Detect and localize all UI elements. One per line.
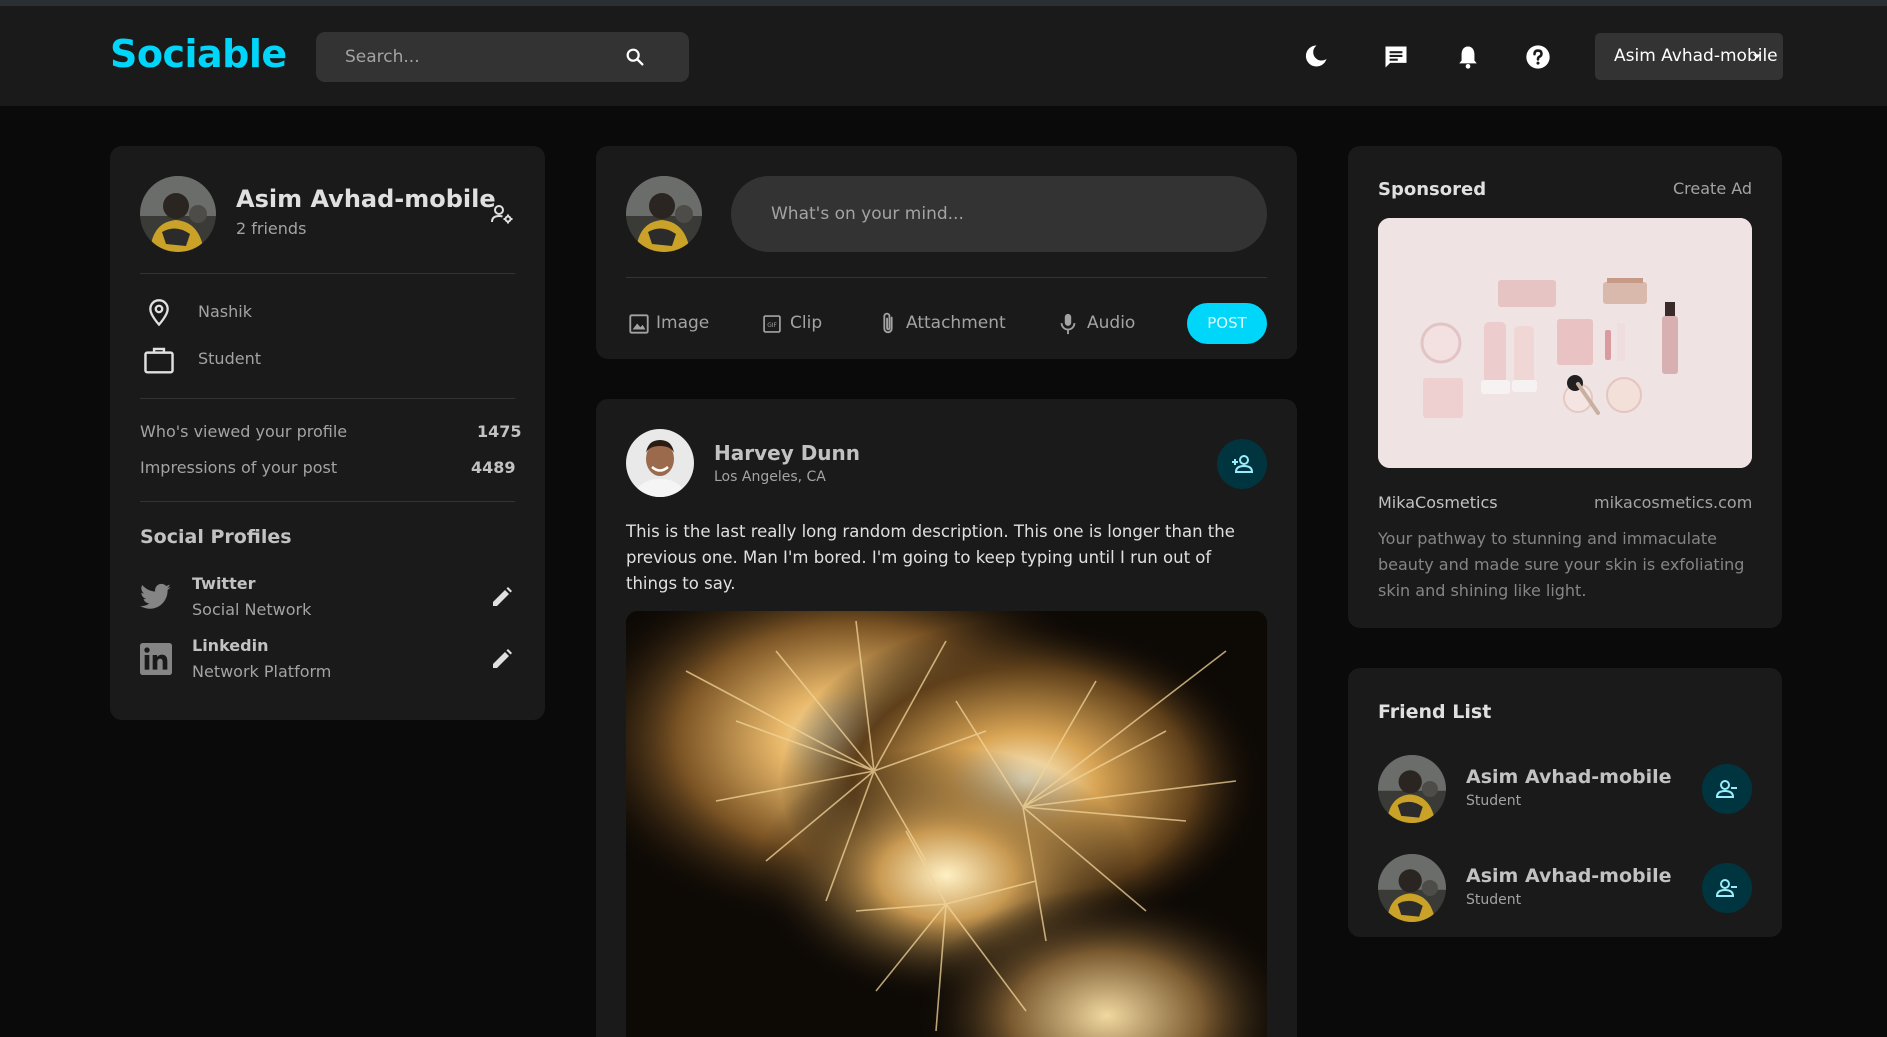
friend-avatar[interactable] — [1378, 755, 1446, 823]
social-name-twitter: Twitter — [192, 574, 256, 593]
profile-friends-count: 2 friends — [236, 219, 307, 238]
attachment-icon[interactable] — [877, 311, 899, 337]
search-icon[interactable] — [624, 46, 646, 68]
friend-name[interactable]: Asim Avhad-mobile — [1466, 766, 1672, 788]
profile-divider — [140, 398, 515, 399]
app-logo[interactable]: Sociable — [110, 32, 287, 76]
post-author-avatar[interactable] — [626, 429, 694, 497]
create-ad-link[interactable]: Create Ad — [1673, 179, 1752, 198]
friend-name[interactable]: Asim Avhad-mobile — [1466, 865, 1672, 887]
edit-icon[interactable] — [490, 647, 514, 671]
search-input[interactable]: Search... — [316, 32, 689, 82]
add-friend-button[interactable] — [1217, 439, 1267, 489]
composer-action-clip[interactable]: Clip — [790, 313, 822, 333]
profile-occupation: Student — [198, 349, 261, 368]
composer-placeholder: What's on your mind... — [771, 204, 964, 224]
friend-subtitle: Student — [1466, 793, 1522, 809]
ad-url[interactable]: mikacosmetics.com — [1594, 493, 1752, 512]
post-button[interactable]: POST — [1187, 303, 1267, 344]
remove-friend-button[interactable] — [1702, 863, 1752, 913]
microphone-icon[interactable] — [1057, 312, 1079, 336]
image-icon[interactable] — [628, 313, 650, 335]
profile-location: Nashik — [198, 302, 252, 321]
manage-account-icon[interactable] — [490, 202, 514, 226]
message-icon[interactable] — [1382, 43, 1410, 71]
post-image[interactable] — [626, 611, 1267, 1037]
post-author-name[interactable]: Harvey Dunn — [714, 441, 860, 465]
composer-avatar — [626, 176, 702, 252]
social-desc-linkedin: Network Platform — [192, 662, 332, 681]
friend-list-title: Friend List — [1378, 701, 1492, 723]
social-desc-twitter: Social Network — [192, 600, 312, 619]
friend-avatar[interactable] — [1378, 854, 1446, 922]
profile-divider — [140, 501, 515, 502]
chevron-down-icon — [1752, 54, 1762, 59]
social-profiles-title: Social Profiles — [140, 526, 292, 548]
user-select[interactable]: Asim Avhad-mobile — [1595, 33, 1783, 80]
composer-action-attachment[interactable]: Attachment — [906, 313, 1006, 333]
composer-action-audio[interactable]: Audio — [1087, 313, 1135, 333]
post-description: This is the last really long random desc… — [626, 522, 1235, 593]
bell-icon[interactable] — [1454, 43, 1482, 71]
person-remove-icon — [1715, 780, 1737, 798]
remove-friend-button[interactable] — [1702, 764, 1752, 814]
gif-icon[interactable]: GIF — [762, 314, 782, 334]
ad-description: Your pathway to stunning and immaculate … — [1378, 529, 1745, 600]
person-remove-icon — [1715, 879, 1737, 897]
social-name-linkedin: Linkedin — [192, 636, 269, 655]
profile-divider — [140, 273, 515, 274]
profile-views-value: 1475 — [477, 422, 522, 441]
composer-divider — [626, 277, 1267, 278]
edit-icon[interactable] — [490, 585, 514, 609]
composer-action-image[interactable]: Image — [656, 313, 709, 333]
sponsored-title: Sponsored — [1378, 179, 1487, 200]
ad-image[interactable] — [1378, 218, 1752, 468]
profile-name[interactable]: Asim Avhad-mobile — [236, 185, 496, 213]
location-icon — [149, 299, 169, 327]
impressions-value: 4489 — [471, 458, 516, 477]
profile-avatar[interactable] — [140, 176, 216, 252]
navbar: Sociable Search... Asim Avhad-mobile — [0, 6, 1887, 106]
help-icon[interactable] — [1524, 43, 1552, 71]
search-placeholder: Search... — [345, 47, 420, 67]
post-author-location: Los Angeles, CA — [714, 469, 826, 485]
whats-on-your-mind-input[interactable]: What's on your mind... — [731, 176, 1267, 252]
linkedin-icon[interactable] — [140, 643, 172, 675]
person-add-icon — [1232, 455, 1254, 473]
impressions-label: Impressions of your post — [140, 458, 338, 477]
briefcase-icon — [144, 347, 174, 374]
svg-text:GIF: GIF — [767, 323, 777, 329]
moon-icon[interactable] — [1302, 42, 1330, 70]
twitter-icon[interactable] — [140, 583, 172, 611]
friend-subtitle: Student — [1466, 892, 1522, 908]
profile-views-label: Who's viewed your profile — [140, 422, 348, 441]
ad-brand[interactable]: MikaCosmetics — [1378, 493, 1498, 512]
